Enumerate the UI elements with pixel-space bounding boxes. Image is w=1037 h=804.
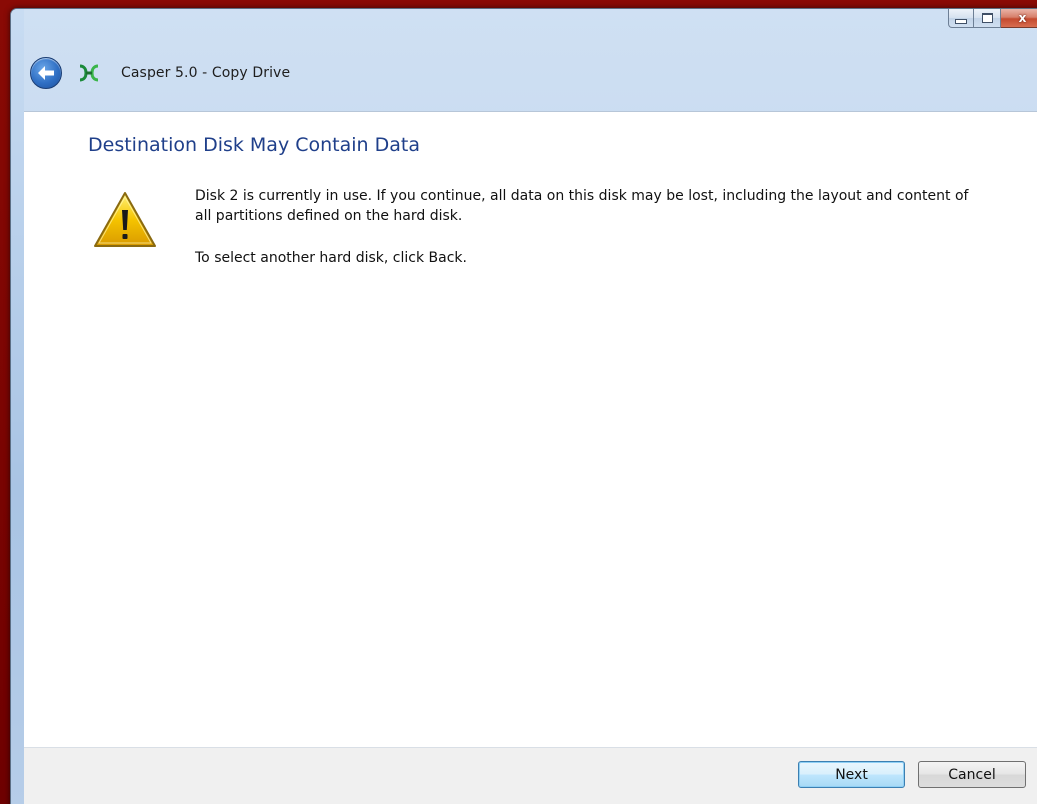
wizard-content: Destination Disk May Contain Data Disk 2…	[24, 111, 1037, 748]
close-button[interactable]: x	[1001, 9, 1037, 28]
caption-buttons: x	[948, 9, 1037, 29]
page-heading: Destination Disk May Contain Data	[88, 134, 420, 156]
window-frame-left	[11, 9, 24, 804]
cancel-button[interactable]: Cancel	[918, 761, 1026, 788]
back-arrow-icon	[38, 66, 54, 80]
wizard-window: x Casper 5.0 - Copy Drive Destination Di…	[10, 8, 1037, 804]
maximize-icon	[981, 13, 993, 23]
minimize-button[interactable]	[948, 9, 974, 28]
back-button[interactable]	[30, 57, 62, 89]
window-title: Casper 5.0 - Copy Drive	[121, 65, 291, 81]
wizard-header: Casper 5.0 - Copy Drive	[24, 35, 1037, 111]
warning-icon	[94, 192, 156, 247]
desktop-background: x Casper 5.0 - Copy Drive Destination Di…	[0, 0, 1037, 804]
casper-app-icon	[79, 64, 99, 82]
maximize-button[interactable]	[974, 9, 1001, 28]
warning-message: Disk 2 is currently in use. If you conti…	[195, 188, 969, 224]
next-button[interactable]: Next	[798, 761, 905, 788]
close-icon: x	[1018, 11, 1027, 25]
minimize-icon	[955, 18, 967, 24]
wizard-footer: Next Cancel	[24, 747, 1037, 804]
back-instruction: To select another hard disk, click Back.	[195, 250, 467, 266]
